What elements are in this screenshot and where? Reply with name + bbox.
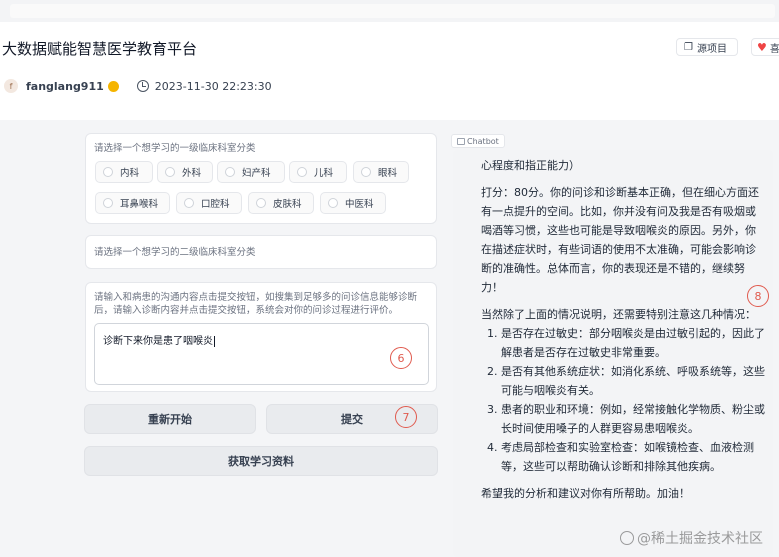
community-logo-icon [620,531,634,545]
radio-label: 儿科 [314,168,334,179]
get-materials-button[interactable]: 获取学习资料 [84,446,438,476]
radio-circle-icon [328,198,338,208]
verified-badge-icon [107,80,119,92]
chat-closing: 希望我的分析和建议对你有所帮助。加油！ [481,487,690,500]
like-label: 喜 [769,43,779,55]
like-button[interactable]: ♥ 喜 [751,38,779,56]
chatbot-tab: Chatbot [451,134,505,148]
radio-waike[interactable]: 外科 [157,161,213,183]
radio-label: 口腔科 [201,199,230,210]
avatar[interactable]: f [4,79,18,93]
source-project-label: 源项目 [696,43,727,55]
radio-neike[interactable]: 内科 [95,161,153,183]
list-item: 考虑局部检查和实验室检查：如喉镜检查、血液检测等，这些可以帮助确认诊断和排除其他… [501,438,766,476]
radio-label: 妇产科 [242,168,271,179]
radio-yanke[interactable]: 眼科 [353,161,409,183]
radio-label: 耳鼻喉科 [120,199,159,210]
annotation-marker-8: 8 [747,285,769,307]
browser-strip [0,0,779,22]
header [0,22,779,120]
radio-label: 外科 [182,168,202,179]
page-title: 大数据赋能智慧医学教育平台 [2,40,198,58]
chat-line: 心程度和指正能力） [481,159,580,172]
radio-circle-icon [225,167,235,177]
radio-kouqiangke[interactable]: 口腔科 [176,192,242,214]
dialog-instructions: 请输入和病患的沟通内容点击提交按钮，如搜集到足够多的问诊信息能够诊断后，请输入诊… [94,292,418,316]
chat-message: 心程度和指正能力） 打分：80分。你的问诊和诊断基本正确，但在细心方面还有一点提… [481,156,766,511]
radio-circle-icon [103,198,113,208]
dialog-input-value: 诊断下来你是患了咽喉炎 [103,335,215,347]
strip-inner [10,4,775,18]
annotation-marker-7: 7 [395,406,417,428]
username[interactable]: fanglang911 [26,80,104,93]
radio-erke[interactable]: 儿科 [289,161,347,183]
watermark: @稀土掘金技术社区 [620,528,763,548]
radio-zhongyike[interactable]: 中医科 [320,192,386,214]
clock-icon [136,80,149,92]
radio-circle-icon [361,167,371,177]
chat-intro: 当然除了上面的情况说明，还需要特别注意这几种情况： [481,308,756,321]
annotation-marker-6: 6 [390,347,412,369]
chatbot-panel[interactable]: 心程度和指正能力） 打分：80分。你的问诊和诊断基本正确，但在细心方面还有一点提… [453,150,773,557]
list-item: 患者的职业和环境：例如，经常接触化学物质、粉尘或长时间使用嗓子的人群更容易患咽喉… [501,400,766,438]
copy-icon: ❐ [684,41,693,53]
radio-circle-icon [256,198,266,208]
level2-label: 请选择一个想学习的二级临床科室分类 [94,247,256,258]
restart-button[interactable]: 重新开始 [84,404,256,434]
dialog-input[interactable]: 诊断下来你是患了咽喉炎 [94,323,429,385]
level1-label: 请选择一个想学习的一级临床科室分类 [94,143,256,154]
timestamp: 2023-11-30 22:23:30 [154,79,272,93]
radio-erbihouke[interactable]: 耳鼻喉科 [95,192,170,214]
radio-pifuke[interactable]: 皮肤科 [248,192,314,214]
author-meta: f fanglang911 2023-11-30 22:23:30 [4,78,272,94]
chat-list: 是否存在过敏史：部分咽喉炎是由过敏引起的，因此了解患者是否存在过敏史非常重要。 … [501,324,766,476]
radio-label: 内科 [120,168,140,179]
radio-circle-icon [184,198,194,208]
radio-label: 皮肤科 [273,199,302,210]
list-item: 是否有其他系统症状：如消化系统、呼吸系统等，这些可能与咽喉炎有关。 [501,362,766,400]
radio-circle-icon [103,167,113,177]
source-project-button[interactable]: ❐ 源项目 [676,38,738,56]
radio-fuchanke[interactable]: 妇产科 [217,161,285,183]
chat-score-paragraph: 打分：80分。你的问诊和诊断基本正确，但在细心方面还有一点提升的空间。比如，你并… [481,186,759,294]
heart-icon: ♥ [757,40,767,54]
watermark-text: @稀土掘金技术社区 [637,531,763,547]
radio-label: 眼科 [378,168,398,179]
radio-circle-icon [165,167,175,177]
radio-label: 中医科 [345,199,374,210]
radio-circle-icon [297,167,307,177]
list-item: 是否存在过敏史：部分咽喉炎是由过敏引起的，因此了解患者是否存在过敏史非常重要。 [501,324,766,362]
